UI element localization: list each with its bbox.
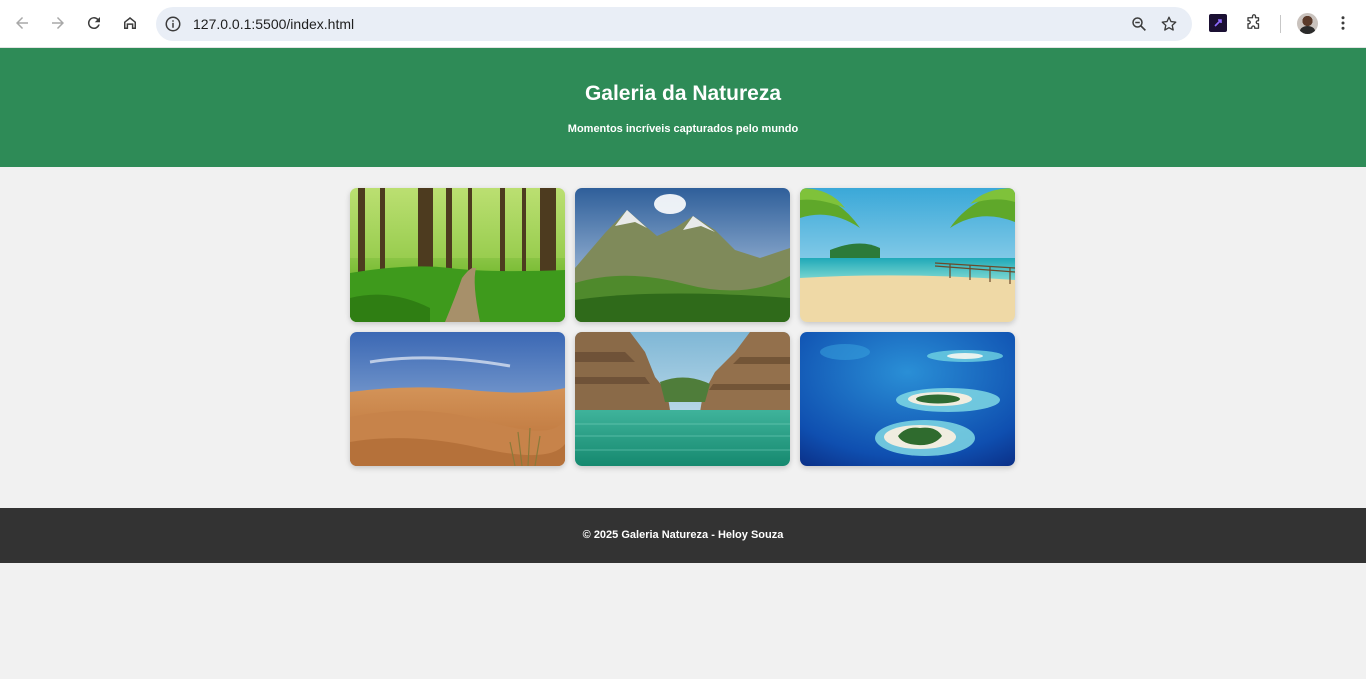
back-button[interactable]: [7, 8, 37, 38]
gallery-image-desert[interactable]: [350, 332, 565, 466]
zoom-icon[interactable]: [1130, 15, 1148, 33]
toolbar-divider: [1280, 15, 1281, 33]
islands-image: [800, 332, 1015, 466]
site-header: Galeria da Natureza Momentos incríveis c…: [0, 48, 1366, 167]
address-bar[interactable]: 127.0.0.1:5500/index.html: [156, 7, 1192, 41]
profile-avatar[interactable]: [1297, 13, 1318, 34]
reload-icon: [87, 17, 100, 30]
desert-image: [350, 332, 565, 466]
footer-text: © 2025 Galeria Natureza - Heloy Souza: [582, 529, 784, 541]
url-text[interactable]: 127.0.0.1:5500/index.html: [193, 16, 354, 32]
gallery-image-canyon-lake[interactable]: [575, 332, 790, 466]
home-icon: [124, 17, 136, 29]
gallery-image-tropical-beach[interactable]: [800, 188, 1015, 322]
photo-gallery: [350, 188, 1016, 466]
back-icon: [16, 17, 28, 29]
puzzle-icon[interactable]: [1245, 14, 1263, 32]
home-button[interactable]: [115, 8, 145, 38]
site-footer: © 2025 Galeria Natureza - Heloy Souza: [0, 508, 1366, 563]
gallery-image-islands[interactable]: [800, 332, 1015, 466]
gallery-image-mountains[interactable]: [575, 188, 790, 322]
page-title: Galeria da Natureza: [584, 82, 782, 105]
beach-image: [800, 188, 1015, 322]
canyon-image: [575, 332, 790, 466]
forward-button[interactable]: [43, 8, 73, 38]
mountains-image: [575, 188, 790, 322]
extension-icon[interactable]: [1209, 14, 1227, 32]
reload-button[interactable]: [79, 8, 109, 38]
site-info-icon[interactable]: [164, 15, 182, 33]
browser-toolbar: 127.0.0.1:5500/index.html: [0, 0, 1366, 48]
gallery-image-forest[interactable]: [350, 188, 565, 322]
forward-icon: [52, 17, 64, 29]
star-icon[interactable]: [1160, 15, 1178, 33]
three-dots-icon[interactable]: [1334, 14, 1352, 32]
page-subtitle: Momentos incríveis capturados pelo mundo: [567, 123, 799, 135]
forest-image: [350, 188, 565, 322]
